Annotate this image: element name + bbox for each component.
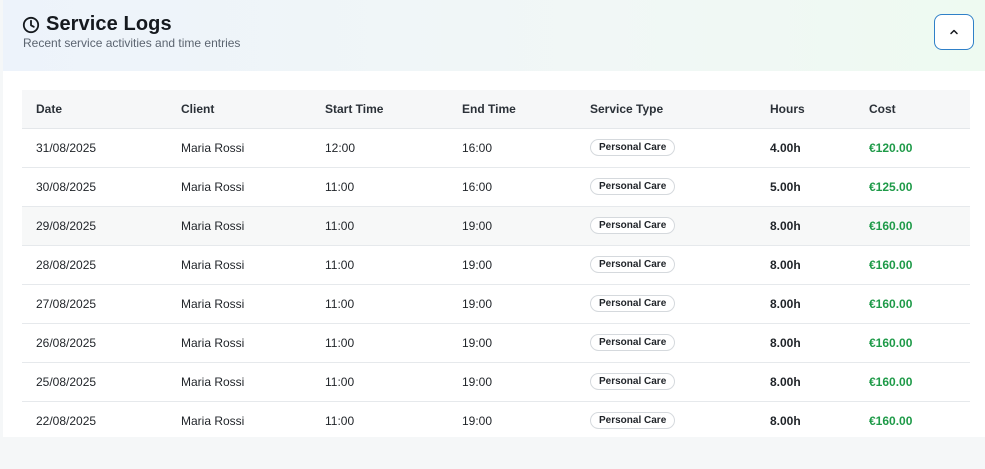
cell-client: Maria Rossi bbox=[181, 179, 245, 194]
cell-start-time: 11:00 bbox=[325, 296, 355, 311]
cell-start-time: 11:00 bbox=[325, 335, 355, 350]
cell-cost: €160.00 bbox=[869, 257, 913, 272]
card-header: Service Logs Recent service activities a… bbox=[3, 0, 985, 71]
cell-date: 25/08/2025 bbox=[36, 374, 97, 389]
cell-end-time: 19:00 bbox=[462, 296, 493, 311]
cell-date: 31/08/2025 bbox=[36, 140, 97, 155]
table-row[interactable]: 29/08/2025 Maria Rossi 11:00 19:00 Perso… bbox=[22, 206, 970, 245]
service-type-badge: Personal Care bbox=[590, 178, 676, 195]
cell-start-time: 12:00 bbox=[325, 140, 356, 155]
service-type-badge: Personal Care bbox=[590, 295, 676, 312]
cell-cost: €160.00 bbox=[869, 296, 913, 311]
service-type-badge: Personal Care bbox=[590, 217, 676, 234]
cell-start-time: 11:00 bbox=[325, 374, 355, 389]
cell-date: 26/08/2025 bbox=[36, 335, 97, 350]
cell-service-type: Personal Care bbox=[576, 323, 756, 362]
collapse-button[interactable] bbox=[934, 14, 974, 50]
table-row[interactable]: 31/08/2025 Maria Rossi 12:00 16:00 Perso… bbox=[22, 128, 970, 167]
cell-hours: 8.00h bbox=[770, 218, 801, 233]
cell-service-type: Personal Care bbox=[576, 167, 756, 206]
cell-end-time: 16:00 bbox=[462, 140, 493, 155]
cell-start-time: 11:00 bbox=[325, 179, 355, 194]
cell-client: Maria Rossi bbox=[181, 140, 245, 155]
cell-cost: €160.00 bbox=[869, 374, 913, 389]
cell-hours: 8.00h bbox=[770, 296, 801, 311]
column-header-cost: Cost bbox=[855, 90, 970, 129]
column-header-client: Client bbox=[167, 90, 311, 129]
cell-client: Maria Rossi bbox=[181, 374, 245, 389]
cell-service-type: Personal Care bbox=[576, 128, 756, 167]
cell-end-time: 19:00 bbox=[462, 257, 493, 272]
title-row: Service Logs bbox=[22, 13, 172, 36]
column-header-date: Date bbox=[22, 90, 167, 129]
page-title: Service Logs bbox=[46, 13, 172, 35]
service-logs-table-wrapper: Date Client Start Time End Time Service … bbox=[22, 90, 970, 437]
table-header-row: Date Client Start Time End Time Service … bbox=[22, 90, 970, 129]
column-header-service-type: Service Type bbox=[576, 90, 756, 129]
cell-end-time: 19:00 bbox=[462, 374, 493, 389]
table-row[interactable]: 28/08/2025 Maria Rossi 11:00 19:00 Perso… bbox=[22, 245, 970, 284]
table-row[interactable]: 26/08/2025 Maria Rossi 11:00 19:00 Perso… bbox=[22, 323, 970, 362]
cell-end-time: 16:00 bbox=[462, 179, 493, 194]
cell-date: 29/08/2025 bbox=[36, 218, 97, 233]
service-type-badge: Personal Care bbox=[590, 334, 676, 351]
cell-date: 22/08/2025 bbox=[36, 413, 97, 428]
cell-end-time: 19:00 bbox=[462, 335, 493, 350]
service-type-badge: Personal Care bbox=[590, 139, 676, 156]
cell-date: 30/08/2025 bbox=[36, 179, 97, 194]
service-type-badge: Personal Care bbox=[590, 412, 676, 429]
cell-start-time: 11:00 bbox=[325, 413, 355, 428]
cell-service-type: Personal Care bbox=[576, 362, 756, 401]
table-row[interactable]: 25/08/2025 Maria Rossi 11:00 19:00 Perso… bbox=[22, 362, 970, 401]
cell-end-time: 19:00 bbox=[462, 413, 493, 428]
table-row[interactable]: 30/08/2025 Maria Rossi 11:00 16:00 Perso… bbox=[22, 167, 970, 206]
service-type-badge: Personal Care bbox=[590, 256, 676, 273]
service-logs-card: Service Logs Recent service activities a… bbox=[3, 0, 985, 437]
cell-client: Maria Rossi bbox=[181, 335, 245, 350]
cell-service-type: Personal Care bbox=[576, 284, 756, 323]
cell-cost: €160.00 bbox=[869, 335, 913, 350]
cell-client: Maria Rossi bbox=[181, 296, 245, 311]
column-header-start-time: Start Time bbox=[311, 90, 448, 129]
cell-client: Maria Rossi bbox=[181, 413, 245, 428]
cell-start-time: 11:00 bbox=[325, 218, 355, 233]
cell-hours: 8.00h bbox=[770, 374, 801, 389]
cell-hours: 4.00h bbox=[770, 140, 801, 155]
service-type-badge: Personal Care bbox=[590, 373, 676, 390]
column-header-hours: Hours bbox=[756, 90, 855, 129]
cell-client: Maria Rossi bbox=[181, 257, 245, 272]
cell-service-type: Personal Care bbox=[576, 401, 756, 437]
cell-hours: 5.00h bbox=[770, 179, 801, 194]
page-subtitle: Recent service activities and time entri… bbox=[23, 36, 241, 50]
cell-date: 27/08/2025 bbox=[36, 296, 97, 311]
cell-hours: 8.00h bbox=[770, 257, 801, 272]
table-row[interactable]: 22/08/2025 Maria Rossi 11:00 19:00 Perso… bbox=[22, 401, 970, 437]
cell-cost: €160.00 bbox=[869, 218, 913, 233]
column-header-end-time: End Time bbox=[448, 90, 576, 129]
chevron-up-icon bbox=[950, 29, 958, 35]
cell-hours: 8.00h bbox=[770, 413, 801, 428]
clock-icon bbox=[22, 16, 40, 34]
cell-date: 28/08/2025 bbox=[36, 257, 97, 272]
cell-start-time: 11:00 bbox=[325, 257, 355, 272]
service-logs-table: Date Client Start Time End Time Service … bbox=[22, 90, 970, 437]
cell-cost: €160.00 bbox=[869, 413, 913, 428]
cell-hours: 8.00h bbox=[770, 335, 801, 350]
cell-end-time: 19:00 bbox=[462, 218, 493, 233]
cell-cost: €120.00 bbox=[869, 140, 913, 155]
cell-service-type: Personal Care bbox=[576, 206, 756, 245]
cell-service-type: Personal Care bbox=[576, 245, 756, 284]
cell-client: Maria Rossi bbox=[181, 218, 245, 233]
cell-cost: €125.00 bbox=[869, 179, 913, 194]
table-body: 31/08/2025 Maria Rossi 12:00 16:00 Perso… bbox=[22, 128, 970, 437]
table-row[interactable]: 27/08/2025 Maria Rossi 11:00 19:00 Perso… bbox=[22, 284, 970, 323]
